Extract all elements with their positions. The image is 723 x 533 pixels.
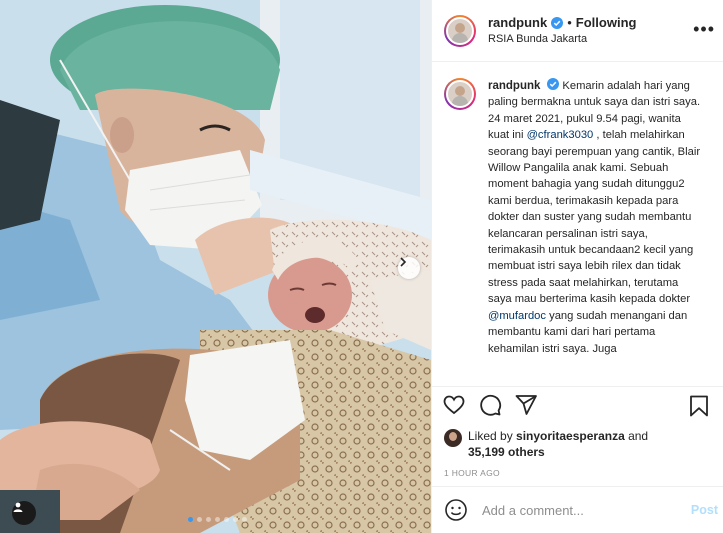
post-photo[interactable] [0,0,431,533]
photo-illustration [0,0,431,533]
heart-icon[interactable] [442,393,466,417]
comment-input[interactable] [482,502,682,518]
likes-count[interactable]: 35,199 others [468,445,545,459]
header-separator: • [567,14,572,30]
comment-icon[interactable] [478,393,502,417]
author-username[interactable]: randpunk [488,15,547,31]
likes-prefix: Liked by [468,429,517,443]
user-tag-icon [13,502,23,512]
more-options-button[interactable]: ••• [693,20,715,38]
post-caption: randpunk Kemarin adalah hari yang paling … [488,78,704,386]
verified-badge-icon [551,16,564,29]
caption-username[interactable]: randpunk [488,80,540,92]
liker-avatar[interactable] [444,429,462,447]
carousel-next-button[interactable] [398,257,420,279]
caption-mention-cfrank[interactable]: @cfrank3030 [527,129,594,141]
caption-text-part2: , telah melahirkan seorang bayi perempua… [488,129,701,306]
following-button[interactable]: Following [576,15,637,31]
likes-summary: Liked by sinyoritaesperanza and 35,199 o… [432,428,723,460]
author-avatar[interactable] [444,14,476,47]
post-header: randpunk • Following RSIA Bunda Jakarta … [432,0,723,62]
verified-badge-icon [547,78,560,90]
liker-username[interactable]: sinyoritaesperanza [516,429,625,443]
carousel-dot [224,517,229,522]
bookmark-icon[interactable] [687,394,711,418]
comments-area[interactable]: randpunk Kemarin adalah hari yang paling … [432,62,723,386]
carousel-dot [242,517,247,522]
post-comment-button[interactable]: Post [691,503,718,517]
carousel-dot [188,517,193,522]
carousel-dot [215,517,220,522]
chevron-right-icon [400,257,407,267]
post-location[interactable]: RSIA Bunda Jakarta [488,31,636,47]
caption-mention-mufardoc[interactable]: @mufardoc [488,310,546,322]
paper-plane-icon[interactable] [514,393,538,417]
carousel-dot [233,517,238,522]
smiley-icon[interactable] [444,498,468,522]
likes-connector: and [624,429,649,443]
carousel-dot [206,517,211,522]
carousel-dot [197,517,202,522]
carousel-indicator [188,517,247,522]
user-tags-button[interactable] [12,501,36,525]
post-side-panel: randpunk • Following RSIA Bunda Jakarta … [431,0,723,533]
add-comment-bar: Post [432,486,723,533]
action-bar [432,386,723,422]
post-timestamp[interactable]: 1 HOUR AGO [432,468,723,478]
caption-author-avatar[interactable] [444,78,476,110]
